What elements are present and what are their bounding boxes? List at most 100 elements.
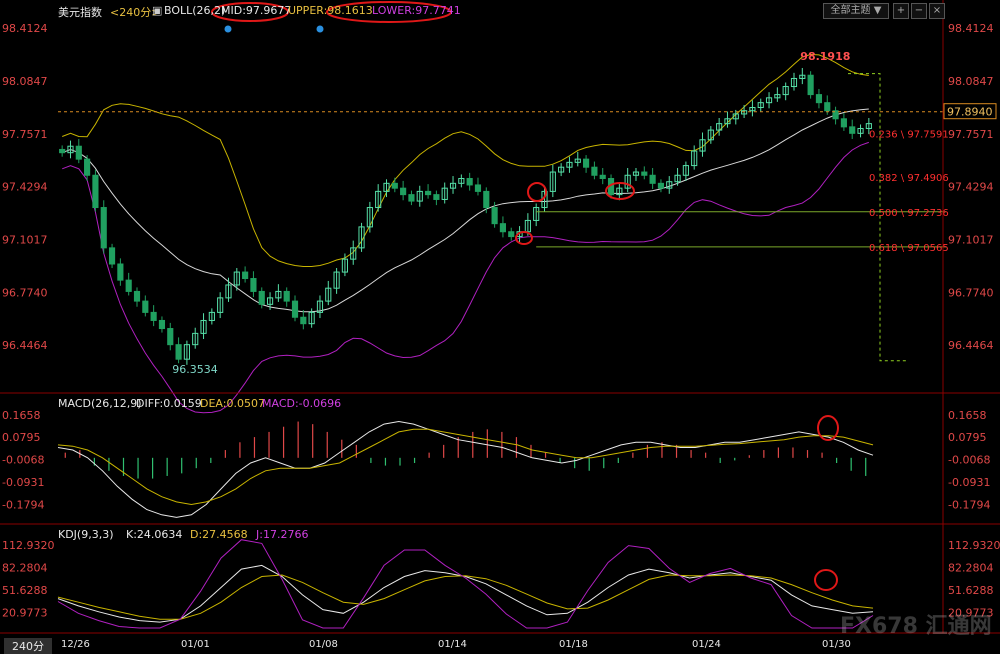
- boll-mid-value: MID:97.9677: [221, 4, 292, 17]
- candle-body: [591, 166, 598, 176]
- macd-y-tick-right: 0.1658: [948, 409, 987, 422]
- candle-body: [408, 194, 415, 202]
- low-label: 96.3534: [172, 363, 218, 376]
- boll-upper-line: [62, 53, 869, 267]
- kdj-d-value: D:27.4568: [190, 528, 248, 541]
- kdj-k-value: K:24.0634: [126, 528, 183, 541]
- kdj-y-tick-left: 20.9773: [2, 607, 48, 620]
- candle-body: [250, 278, 257, 292]
- macd-y-tick-left: 0.1658: [2, 409, 41, 422]
- macd-macd-value: MACD:-0.0696: [262, 397, 342, 410]
- y-tick-label-left: 97.7571: [2, 128, 48, 141]
- kdj-d-line: [57, 574, 874, 620]
- candle-body: [657, 182, 665, 189]
- kdj-y-tick-right: 51.6288: [948, 584, 994, 597]
- candle-body: [815, 94, 823, 104]
- macd-indicator-name[interactable]: MACD(26,12,9): [58, 397, 142, 410]
- macd-y-tick-right: -0.1794: [948, 498, 990, 511]
- annotation-circle: [814, 569, 838, 591]
- macd-y-tick-left: 0.0795: [2, 431, 41, 444]
- current-price-label: 97.8940: [947, 106, 993, 119]
- kdj-indicator-name[interactable]: KDJ(9,3,3): [58, 528, 114, 541]
- x-tick-label: 01/01: [181, 639, 210, 650]
- candle-body: [433, 194, 440, 200]
- y-tick-label-right: 98.0847: [948, 75, 994, 88]
- y-tick-label-right: 97.1017: [948, 234, 994, 247]
- candle-body: [117, 263, 124, 281]
- marker-dot: [316, 25, 324, 33]
- fib-label: 0.236 \ 97.7591: [869, 129, 949, 140]
- macd-y-tick-left: -0.1794: [2, 498, 44, 511]
- macd-y-tick-right: -0.0931: [948, 476, 990, 489]
- kdj-y-tick-left: 82.2804: [2, 561, 48, 574]
- x-tick-label: 01/14: [438, 639, 467, 650]
- axes: 12/26 01/01 01/08 01/14 01/18 01/24 01/30: [0, 0, 1000, 650]
- y-tick-label-left: 96.4464: [2, 339, 48, 352]
- candle-body: [142, 300, 149, 313]
- chart-stage: 98.4124 98.4124 98.0847 98.0847 97.7571 97.75…: [0, 0, 1000, 654]
- period-selector[interactable]: 240分: [4, 638, 52, 654]
- y-tick-label-right: 97.7571: [948, 128, 994, 141]
- annotation-circle: [817, 415, 839, 441]
- candle-body: [391, 182, 398, 189]
- x-tick-label: 01/24: [692, 639, 721, 650]
- watermark: FX678 汇通网: [840, 614, 992, 639]
- macd-y-tick-left: -0.0931: [2, 476, 44, 489]
- candle-body: [400, 187, 407, 196]
- boll-mid-line: [62, 108, 869, 313]
- y-tick-label-right: 96.7740: [948, 286, 994, 299]
- marker-dot: [224, 25, 232, 33]
- theme-select-label: 全部主题: [830, 5, 871, 16]
- kdj-j-line: [57, 539, 874, 629]
- candle-body: [133, 290, 141, 302]
- zoom-out-button[interactable]: −: [911, 3, 927, 19]
- candle-body: [849, 126, 856, 134]
- candle-body: [158, 319, 166, 330]
- macd-y-tick-right: 0.0795: [948, 431, 987, 444]
- candle-body: [75, 145, 82, 160]
- candle-body: [258, 290, 265, 305]
- main-price-panel: 98.4124 98.4124 98.0847 98.0847 97.7571 97.75…: [2, 1, 997, 414]
- chevron-down-icon: ▼: [873, 5, 882, 16]
- candle-body: [291, 300, 299, 318]
- macd-y-tick-right: -0.0068: [948, 454, 990, 467]
- candle-body: [424, 190, 432, 196]
- boll-indicator-name[interactable]: BOLL(26,2): [164, 4, 225, 17]
- candle-body: [175, 344, 182, 360]
- zoom-in-button[interactable]: +: [893, 3, 909, 19]
- macd-y-tick-left: -0.0068: [2, 454, 44, 467]
- kdj-y-tick-left: 112.9320: [2, 539, 55, 552]
- y-tick-label-left: 96.7740: [2, 286, 48, 299]
- x-tick-label: 01/08: [309, 639, 338, 650]
- candle-body: [491, 207, 498, 225]
- boll-toggle-icon[interactable]: ▣: [152, 4, 162, 17]
- candle-body: [499, 223, 507, 233]
- chart-svg[interactable]: 98.4124 98.4124 98.0847 98.0847 97.7571 97.75…: [0, 0, 1000, 653]
- candle-body: [84, 158, 91, 176]
- candle-body: [483, 190, 490, 209]
- annotation-circle: [527, 182, 547, 202]
- candle-body: [599, 174, 606, 179]
- y-tick-label-left: 98.4124: [2, 22, 48, 35]
- symbol-title: 美元指数: [58, 6, 102, 19]
- close-button[interactable]: ×: [929, 3, 945, 19]
- candle-body: [583, 158, 590, 168]
- candle-body: [840, 118, 847, 128]
- theme-select-button[interactable]: 全部主题 ▼: [823, 3, 889, 19]
- macd-panel: 0.1658 0.1658 0.0795 0.0795 -0.0068 -0.0068 -0…: [2, 409, 990, 518]
- candle-body: [125, 279, 132, 292]
- candle-body: [466, 177, 473, 186]
- candle-body: [300, 316, 307, 325]
- fib-label: 0.618 \ 97.0565: [869, 243, 949, 254]
- y-tick-label-left: 98.0847: [2, 75, 48, 88]
- x-tick-label: 01/18: [559, 639, 588, 650]
- candle-body: [474, 184, 482, 192]
- candle-body: [649, 174, 656, 184]
- fib-label: 0.382 \ 97.4906: [869, 173, 949, 184]
- y-tick-label-right: 97.4294: [948, 181, 994, 194]
- candle-body: [167, 328, 174, 346]
- y-tick-label-left: 97.4294: [2, 181, 48, 194]
- candle-body: [508, 231, 515, 238]
- macd-diff-value: DIFF:0.0159: [136, 397, 202, 410]
- candle-body: [108, 247, 116, 265]
